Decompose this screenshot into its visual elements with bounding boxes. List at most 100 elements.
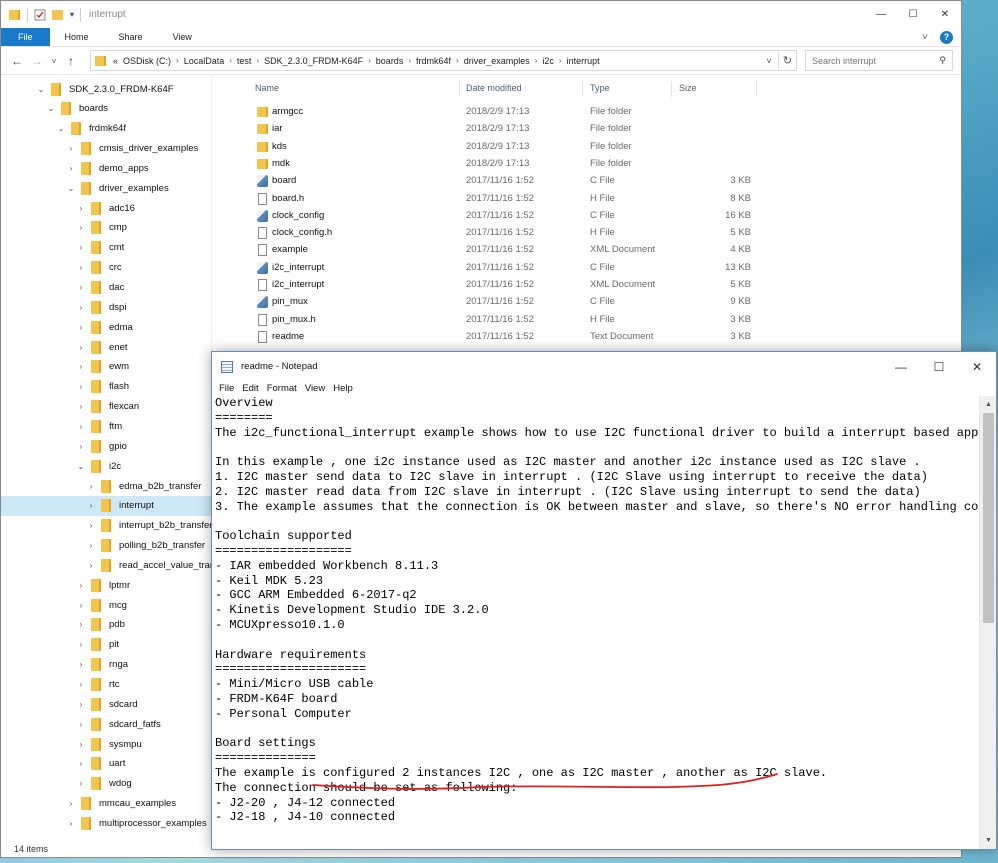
chevron-right-icon[interactable]: › bbox=[75, 243, 87, 252]
breadcrumb-overflow[interactable]: « bbox=[113, 56, 118, 66]
file-row[interactable]: i2c_interrupt 2017/11/16 1:52 C File 13 KB bbox=[239, 260, 799, 277]
help-icon[interactable]: ? bbox=[940, 30, 953, 44]
breadcrumb-test[interactable]: test bbox=[237, 56, 252, 66]
chevron-right-icon[interactable]: › bbox=[75, 759, 87, 768]
minimize-button[interactable]: — bbox=[882, 352, 920, 381]
chevron-right-icon[interactable]: › bbox=[65, 144, 77, 153]
chevron-right-icon[interactable]: › bbox=[75, 581, 87, 590]
breadcrumb-osdisk[interactable]: OSDisk (C:) bbox=[123, 56, 171, 66]
column-header-date[interactable]: Date modified bbox=[466, 83, 522, 93]
chevron-right-icon[interactable]: › bbox=[75, 601, 87, 610]
column-separator[interactable] bbox=[756, 81, 757, 97]
tree-item[interactable]: ⌄ frdmk64f bbox=[1, 119, 211, 139]
file-row[interactable]: mdk 2018/2/9 17:13 File folder bbox=[239, 156, 799, 173]
explorer-titlebar[interactable]: ▾ interrupt — ☐ ✕ bbox=[1, 1, 961, 28]
tree-item[interactable]: › pdb bbox=[1, 615, 211, 635]
chevron-right-icon[interactable]: › bbox=[75, 422, 87, 431]
chevron-right-icon[interactable]: › bbox=[75, 283, 87, 292]
column-header-size[interactable]: Size bbox=[679, 83, 697, 93]
menu-file[interactable]: File bbox=[216, 383, 239, 394]
chevron-right-icon[interactable]: › bbox=[85, 482, 97, 491]
breadcrumb-sdk[interactable]: SDK_2.3.0_FRDM-K64F bbox=[264, 56, 363, 66]
tree-item[interactable]: › enet bbox=[1, 337, 211, 357]
tree-item[interactable]: › mmcau_examples bbox=[1, 794, 211, 814]
chevron-right-icon[interactable]: › bbox=[75, 343, 87, 352]
tree-item[interactable]: › polling_b2b_transfer bbox=[1, 536, 211, 556]
chevron-right-icon[interactable]: › bbox=[75, 223, 87, 232]
navigation-pane[interactable]: ⌄ SDK_2.3.0_FRDM-K64F ⌄ boards ⌄ frdmk64f › cms… bbox=[1, 76, 211, 836]
chevron-down-icon[interactable]: ⌄ bbox=[65, 184, 77, 193]
chevron-right-icon[interactable]: › bbox=[75, 303, 87, 312]
tree-item[interactable]: ⌄ i2c bbox=[1, 456, 211, 476]
new-folder-icon[interactable] bbox=[52, 9, 64, 20]
breadcrumb-driver-examples[interactable]: driver_examples bbox=[464, 56, 530, 66]
file-row[interactable]: pin_mux.h 2017/11/16 1:52 H File 3 KB bbox=[239, 312, 799, 329]
chevron-right-icon[interactable]: › bbox=[75, 640, 87, 649]
tree-item[interactable]: ›project_template bbox=[1, 833, 211, 836]
chevron-right-icon[interactable]: › bbox=[75, 402, 87, 411]
column-separator[interactable] bbox=[671, 81, 672, 97]
scroll-up-icon[interactable]: ▲ bbox=[980, 396, 997, 413]
breadcrumb-chevron-icon[interactable]: › bbox=[368, 56, 371, 65]
tree-item[interactable]: ⌄ driver_examples bbox=[1, 178, 211, 198]
chevron-right-icon[interactable]: › bbox=[75, 263, 87, 272]
tree-item[interactable]: › demo_apps bbox=[1, 158, 211, 178]
chevron-right-icon[interactable]: › bbox=[75, 442, 87, 451]
chevron-down-icon[interactable]: ⌄ bbox=[55, 124, 67, 133]
back-arrow-icon[interactable]: ← bbox=[7, 54, 27, 68]
tree-item[interactable]: › dspi bbox=[1, 297, 211, 317]
tree-item[interactable]: › ewm bbox=[1, 357, 211, 377]
chevron-right-icon[interactable]: › bbox=[75, 660, 87, 669]
chevron-down-icon[interactable]: ⌄ bbox=[35, 85, 47, 94]
chevron-right-icon[interactable]: › bbox=[75, 620, 87, 629]
tree-item[interactable]: › interrupt bbox=[1, 495, 211, 516]
minimize-button[interactable]: — bbox=[865, 1, 897, 28]
address-bar[interactable]: « OSDisk (C:) › LocalData › test › SDK_2.3.… bbox=[90, 50, 797, 71]
chevron-right-icon[interactable]: › bbox=[85, 521, 97, 530]
chevron-right-icon[interactable]: › bbox=[75, 204, 87, 213]
breadcrumb-i2c[interactable]: i2c bbox=[542, 56, 554, 66]
chevron-right-icon[interactable]: › bbox=[75, 720, 87, 729]
tree-item[interactable]: › gpio bbox=[1, 436, 211, 456]
tree-item[interactable]: ⌄ boards bbox=[1, 99, 211, 119]
notepad-titlebar[interactable]: readme - Notepad — ☐ ✕ bbox=[212, 352, 996, 381]
tab-file[interactable]: File bbox=[1, 28, 50, 46]
tree-item[interactable]: › multiprocessor_examples bbox=[1, 813, 211, 833]
tree-item[interactable]: › crc bbox=[1, 258, 211, 278]
breadcrumb-frdmk64f[interactable]: frdmk64f bbox=[416, 56, 451, 66]
menu-view[interactable]: View bbox=[302, 383, 330, 394]
tree-item[interactable]: › wdog bbox=[1, 774, 211, 794]
breadcrumb-chevron-icon[interactable]: › bbox=[456, 56, 459, 65]
maximize-button[interactable]: ☐ bbox=[920, 352, 958, 381]
forward-arrow-icon[interactable]: → bbox=[27, 54, 47, 68]
column-header-type[interactable]: Type bbox=[590, 83, 610, 93]
scroll-down-icon[interactable]: ▼ bbox=[980, 832, 997, 849]
address-dropdown-icon[interactable]: ˅ bbox=[760, 56, 778, 66]
file-row[interactable]: kds 2018/2/9 17:13 File folder bbox=[239, 139, 799, 156]
tree-item[interactable]: › interrupt_b2b_transfer bbox=[1, 516, 211, 536]
breadcrumb-chevron-icon[interactable]: › bbox=[176, 56, 179, 65]
recent-locations-icon[interactable]: ˅ bbox=[47, 57, 61, 66]
close-button[interactable]: ✕ bbox=[958, 352, 996, 381]
tree-item[interactable]: › sysmpu bbox=[1, 734, 211, 754]
tree-item[interactable]: › lptmr bbox=[1, 575, 211, 595]
file-row[interactable]: i2c_interrupt 2017/11/16 1:52 XML Document… bbox=[239, 277, 799, 294]
tree-item[interactable]: › edma_b2b_transfer bbox=[1, 476, 211, 496]
file-row[interactable]: board.h 2017/11/16 1:52 H File 8 KB bbox=[239, 191, 799, 208]
customize-toolbar-icon[interactable]: ▾ bbox=[70, 10, 74, 19]
menu-edit[interactable]: Edit bbox=[239, 383, 263, 394]
breadcrumb-chevron-icon[interactable]: › bbox=[559, 56, 562, 65]
close-button[interactable]: ✕ bbox=[929, 1, 961, 28]
tree-item[interactable]: › rnga bbox=[1, 655, 211, 675]
tree-item[interactable]: › flash bbox=[1, 377, 211, 397]
up-arrow-icon[interactable]: ↑ bbox=[61, 54, 81, 68]
chevron-right-icon[interactable]: › bbox=[75, 382, 87, 391]
notepad-text-area[interactable]: Overview ======== The i2c_functional_inter… bbox=[212, 396, 980, 849]
chevron-right-icon[interactable]: › bbox=[85, 501, 97, 510]
chevron-down-icon[interactable]: ⌄ bbox=[45, 104, 57, 113]
chevron-right-icon[interactable]: › bbox=[85, 561, 97, 570]
column-separator[interactable] bbox=[582, 81, 583, 97]
breadcrumb-boards[interactable]: boards bbox=[376, 56, 404, 66]
chevron-right-icon[interactable]: › bbox=[65, 799, 77, 808]
chevron-right-icon[interactable]: › bbox=[65, 819, 77, 828]
